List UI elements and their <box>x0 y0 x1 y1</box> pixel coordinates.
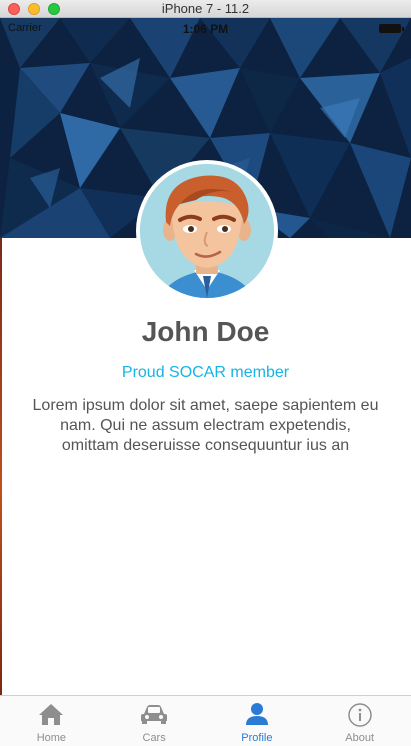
tab-cars[interactable]: Cars <box>103 696 206 746</box>
car-icon <box>141 705 168 724</box>
avatar[interactable] <box>136 160 278 302</box>
home-icon <box>39 704 64 725</box>
profile-subtitle: Proud SOCAR member <box>121 364 290 381</box>
window-titlebar: iPhone 7 - 11.2 <box>0 0 411 18</box>
profile-name: John Doe <box>141 316 270 347</box>
avatar-image <box>140 164 274 298</box>
tab-about[interactable]: About <box>308 696 411 746</box>
simulator-window: iPhone 7 - 11.2 Carrier 1:06 PM John Doe… <box>0 0 411 746</box>
status-time: 1:06 PM <box>182 22 229 36</box>
info-icon <box>347 703 372 727</box>
tab-profile[interactable]: Profile <box>206 696 309 746</box>
tab-about-label: About <box>345 732 374 744</box>
tab-home[interactable]: Home <box>0 696 103 746</box>
status-bar: Carrier 1:06 PM <box>0 18 411 40</box>
left-edge-strip <box>0 238 2 746</box>
tab-cars-label: Cars <box>142 732 166 744</box>
window-title: iPhone 7 - 11.2 <box>161 1 250 16</box>
tab-home-label: Home <box>36 732 67 744</box>
person-icon <box>245 703 268 725</box>
tab-bar: Home Cars Profile About <box>0 695 411 746</box>
tab-profile-label: Profile <box>241 732 273 744</box>
person-portrait-icon <box>140 164 274 298</box>
profile-bio: Lorem ipsum dolor sit amet, saepe sapien… <box>32 397 379 454</box>
battery-icon <box>379 24 404 33</box>
